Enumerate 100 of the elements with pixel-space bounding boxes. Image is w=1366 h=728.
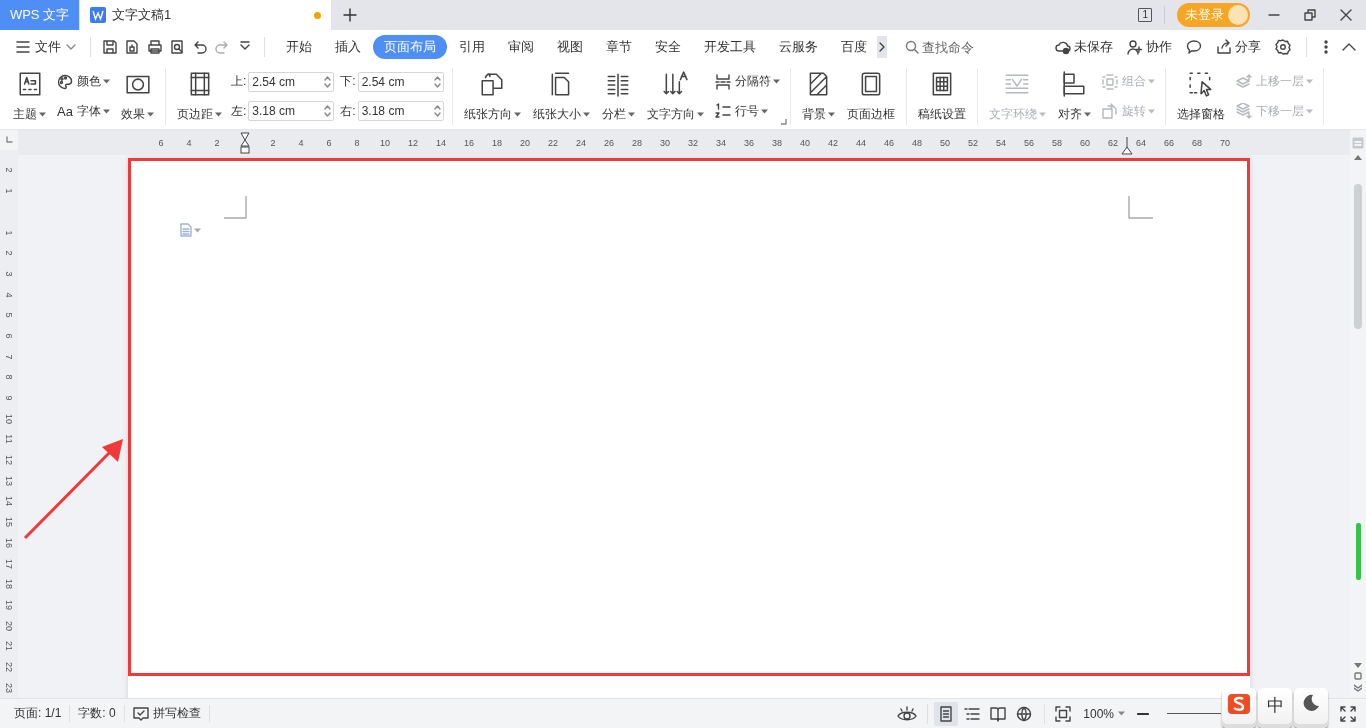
right-indent-marker-icon[interactable] <box>1121 136 1133 155</box>
font-button[interactable]: Aa 字体 <box>55 99 112 124</box>
caret-icon <box>147 111 154 117</box>
ruler-number: 6 <box>157 137 165 148</box>
ime-mode-key[interactable]: 中 <box>1258 688 1292 728</box>
ruler-number: 42 <box>827 137 839 148</box>
zoom-level-dropdown[interactable]: 100% <box>1077 706 1131 721</box>
ruler-number: 20 <box>519 137 531 148</box>
margin-field[interactable]: 3.18 cm <box>248 101 335 122</box>
ribbon-tab[interactable]: 审阅 <box>496 35 545 59</box>
columns-button[interactable]: 分栏 <box>598 68 638 125</box>
margin-field[interactable]: 2.54 cm <box>248 71 335 92</box>
page-count: 页面: 1/1 <box>6 705 71 722</box>
ruler-number: 36 <box>743 137 755 148</box>
ime-logo-icon <box>1228 694 1250 714</box>
ribbon-tab[interactable]: 章节 <box>594 35 643 59</box>
ribbon-tab[interactable]: 开始 <box>274 35 323 59</box>
spell-check-button[interactable]: 拼写检查 <box>124 705 210 722</box>
ruler-number: 3 <box>4 271 14 277</box>
ribbon-tab[interactable]: 安全 <box>643 35 692 59</box>
ruler-number: 26 <box>603 137 615 148</box>
collaborate-button[interactable]: 协作 <box>1122 35 1178 59</box>
ribbon-tab[interactable]: 开发工具 <box>692 35 767 59</box>
manuscript-button[interactable]: 稿纸设置 <box>914 68 969 125</box>
paper-size-button[interactable]: 纸张大小 <box>529 68 593 125</box>
ribbon-tab[interactable]: 视图 <box>545 35 594 59</box>
line-numbers-button[interactable]: 行号 <box>712 99 782 124</box>
spinner-arrows-icon <box>433 105 441 118</box>
ribbon-tab[interactable]: 引用 <box>447 35 496 59</box>
page-view-icon <box>938 705 955 722</box>
restore-icon <box>1304 9 1316 21</box>
selection-pane-button[interactable]: 选择窗格 <box>1173 68 1228 125</box>
align-button[interactable]: 对齐 <box>1054 68 1094 125</box>
ribbon-tab[interactable]: 百度 <box>829 35 878 59</box>
export-pdf-icon <box>124 39 141 55</box>
more-vertical-icon <box>1324 40 1329 54</box>
ruler-number: 68 <box>1191 137 1203 148</box>
share-button[interactable]: 分享 <box>1211 35 1267 59</box>
ruler-number: 44 <box>855 137 867 148</box>
ruler-number: 66 <box>1163 137 1175 148</box>
night-mode-key[interactable] <box>1294 688 1328 728</box>
ruler-number: 20 <box>4 620 14 631</box>
file-menu[interactable]: 文件 <box>12 38 80 56</box>
ruler-number: 23 <box>4 682 14 693</box>
ruler-number: 1 <box>4 230 14 236</box>
caret-icon <box>760 108 768 114</box>
selection-pane-icon <box>1187 70 1214 97</box>
ribbon-tab[interactable]: 云服务 <box>767 35 829 59</box>
caret-icon <box>1118 711 1125 716</box>
ruler-number: 6 <box>4 333 14 339</box>
ruler-number: 70 <box>1219 137 1231 148</box>
chevron-right-icon <box>878 42 885 52</box>
field-label: 左: <box>231 102 247 120</box>
ruler-number: 2 <box>4 250 14 256</box>
caret-icon <box>1305 79 1313 85</box>
ribbon-tab[interactable]: 插入 <box>323 35 372 59</box>
eye-icon <box>897 705 918 722</box>
theme-button[interactable]: 主题 <box>10 68 49 125</box>
align-icon <box>1061 70 1088 97</box>
color-button[interactable]: 颜色 <box>55 69 112 94</box>
ruler-number: 60 <box>1079 137 1091 148</box>
cloud-icon <box>1055 39 1072 55</box>
more-tabs-button[interactable] <box>876 36 888 58</box>
command-search-field[interactable]: 查找命令 <box>922 39 1043 55</box>
book-icon <box>990 705 1007 722</box>
caret-icon <box>696 111 704 117</box>
orientation-button[interactable]: 纸张方向 <box>460 68 524 125</box>
margins-button[interactable]: 页边距 <box>174 68 225 125</box>
ruler-number: 9 <box>4 395 14 401</box>
ruler-number: 12 <box>4 455 14 466</box>
caret-icon <box>1083 111 1091 117</box>
unsaved-button[interactable]: 未保存 <box>1050 35 1119 59</box>
breaks-button[interactable]: 分隔符 <box>712 69 782 94</box>
line-numbers-icon <box>714 103 731 120</box>
margin-field[interactable]: 2.54 cm <box>357 71 444 92</box>
background-button[interactable]: 背景 <box>798 68 838 125</box>
ime-logo-key[interactable] <box>1222 688 1256 728</box>
ruler-number: 8 <box>4 374 14 380</box>
group-icon <box>1101 73 1118 90</box>
add-person-icon <box>1127 39 1144 55</box>
document-tab[interactable]: 文字文稿1 <box>80 0 331 30</box>
ruler-number: 46 <box>883 137 895 148</box>
field-label: 下: <box>340 73 356 91</box>
caret-icon <box>582 111 590 117</box>
undo-icon <box>191 39 208 55</box>
margin-field[interactable]: 3.18 cm <box>357 101 444 122</box>
page-border-button[interactable]: 页面边框 <box>843 68 898 125</box>
window-count[interactable]: 1 <box>1138 8 1152 22</box>
view-mode-button[interactable] <box>934 701 959 726</box>
text-direction-button[interactable]: 文字方向 <box>643 68 707 125</box>
print-preview-icon <box>169 39 186 55</box>
scrollbar-thumb[interactable] <box>1354 184 1362 329</box>
spinner-arrows-icon <box>433 75 441 88</box>
ruler-number: 62 <box>1107 137 1119 148</box>
ruler-number: 19 <box>4 599 14 610</box>
rotate-icon <box>1101 103 1118 120</box>
effects-button[interactable]: 效果 <box>118 68 157 125</box>
indent-marker-icon[interactable] <box>240 131 250 154</box>
fullscreen-icon <box>1340 706 1356 722</box>
search-icon <box>905 40 920 54</box>
